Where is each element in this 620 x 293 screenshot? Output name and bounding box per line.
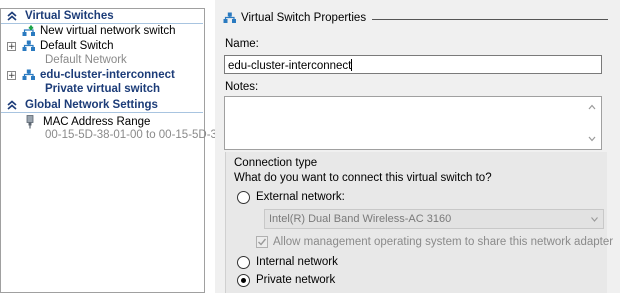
chevron-down-icon: [591, 217, 598, 222]
connection-type-group: Connection type What do you want to conn…: [225, 152, 613, 293]
tree-item-label: New virtual network switch: [40, 25, 176, 37]
tree-item-label: edu-cluster-interconnect: [40, 69, 175, 81]
network-adapter-icon: [26, 115, 34, 129]
properties-title: Virtual Switch Properties: [241, 12, 367, 24]
section-title-virtual-switches: Virtual Switches: [25, 10, 114, 22]
notes-field[interactable]: [224, 96, 602, 150]
tree-item-label: MAC Address Range: [43, 116, 151, 128]
tree-item-edu-cluster-interconnect[interactable]: edu-cluster-interconnect: [22, 69, 175, 81]
allow-management-checkbox[interactable]: [256, 236, 268, 248]
tree-item-label: Default Switch: [40, 40, 114, 52]
network-switch-icon: [22, 69, 35, 80]
connection-type-title: Connection type: [234, 157, 318, 169]
connection-question: What do you want to connect this virtual…: [234, 172, 492, 184]
section-title-global-network-settings: Global Network Settings: [25, 99, 158, 111]
notes-label: Notes:: [225, 81, 259, 93]
collapse-chevron-icon: [7, 100, 17, 110]
collapse-chevron-icon: [7, 11, 17, 21]
tree-item-default-switch[interactable]: Default Switch: [22, 40, 114, 52]
private-network-label[interactable]: Private network: [256, 274, 335, 286]
checkmark-icon: [258, 238, 267, 246]
new-switch-icon: [22, 25, 35, 36]
section-header-global-network-settings[interactable]: Global Network Settings: [1, 98, 203, 113]
network-adapter-select[interactable]: Intel(R) Dual Band Wireless-AC 3160: [264, 209, 604, 229]
tree-item-mac-address-range[interactable]: MAC Address Range: [24, 115, 150, 129]
name-label: Name:: [225, 38, 259, 50]
network-switch-icon: [223, 12, 236, 23]
network-switch-icon: [22, 40, 35, 51]
switch-tree-pane: Virtual Switches New virtual network swi…: [0, 0, 227, 293]
adapter-value: Intel(R) Dual Band Wireless-AC 3160: [269, 213, 452, 225]
text-caret: [351, 59, 353, 71]
external-network-label[interactable]: External network:: [256, 191, 345, 203]
expand-edu-cluster-switch[interactable]: [7, 71, 16, 80]
internal-network-radio[interactable]: [237, 256, 250, 269]
private-network-radio[interactable]: [237, 274, 250, 287]
tree-item-new-switch[interactable]: New virtual network switch: [22, 25, 175, 37]
allow-management-label: Allow management operating system to sha…: [273, 236, 614, 248]
internal-network-label[interactable]: Internal network: [256, 256, 338, 268]
name-value: edu-cluster-interconnect: [228, 60, 352, 72]
name-field[interactable]: edu-cluster-interconnect: [224, 55, 602, 74]
external-network-radio[interactable]: [237, 191, 250, 204]
scroll-down-icon[interactable]: [588, 135, 596, 143]
tree-item-subtitle: 00-15-5D-38-01-00 to 00-15-5D-3...: [45, 129, 227, 141]
properties-group-title: Virtual Switch Properties: [223, 12, 373, 24]
tree-item-subtitle: Default Network: [45, 54, 127, 66]
scroll-up-icon[interactable]: [588, 103, 596, 111]
expand-default-switch[interactable]: [7, 42, 16, 51]
tree-item-subtitle: Private virtual switch: [45, 83, 161, 95]
switch-properties-pane: Virtual Switch Properties Name: edu-clus…: [215, 0, 620, 293]
section-header-virtual-switches[interactable]: Virtual Switches: [1, 9, 203, 24]
